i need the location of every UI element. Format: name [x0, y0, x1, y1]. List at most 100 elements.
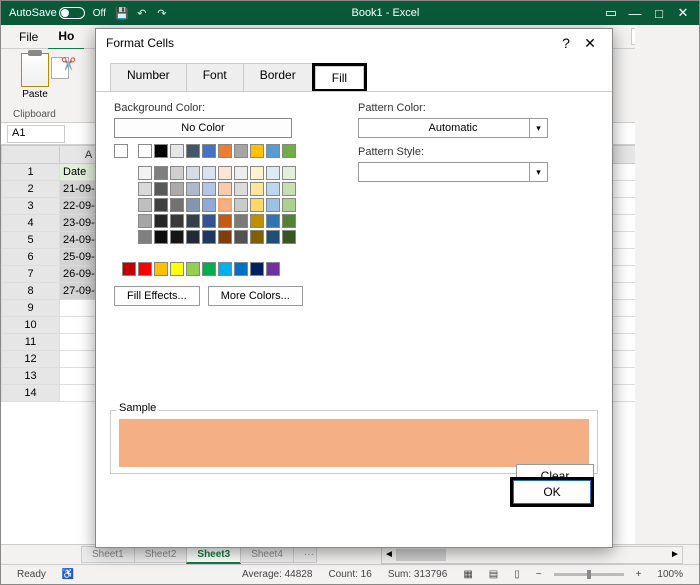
- row-header[interactable]: 11: [2, 334, 60, 351]
- row-header[interactable]: 8: [2, 283, 60, 300]
- color-swatch[interactable]: [138, 166, 152, 180]
- color-swatch[interactable]: [266, 262, 280, 276]
- color-swatch[interactable]: [266, 182, 280, 196]
- sheet-tab-4[interactable]: Sheet4: [240, 546, 294, 563]
- color-swatch[interactable]: [266, 144, 280, 158]
- color-swatch[interactable]: [234, 166, 248, 180]
- row-header[interactable]: 3: [2, 198, 60, 215]
- row-header[interactable]: 7: [2, 266, 60, 283]
- color-swatch[interactable]: [282, 230, 296, 244]
- color-swatch[interactable]: [170, 166, 184, 180]
- color-swatch[interactable]: [218, 214, 232, 228]
- color-swatch[interactable]: [218, 230, 232, 244]
- no-fill-swatch[interactable]: [114, 144, 128, 158]
- sheet-tab-2[interactable]: Sheet2: [134, 546, 188, 563]
- help-icon[interactable]: ?: [554, 35, 578, 51]
- color-swatch[interactable]: [282, 144, 296, 158]
- color-swatch[interactable]: [170, 144, 184, 158]
- color-swatch[interactable]: [170, 214, 184, 228]
- color-swatch[interactable]: [282, 182, 296, 196]
- color-swatch[interactable]: [282, 198, 296, 212]
- color-swatch[interactable]: [186, 182, 200, 196]
- color-swatch[interactable]: [202, 198, 216, 212]
- color-swatch[interactable]: [250, 182, 264, 196]
- color-swatch[interactable]: [170, 230, 184, 244]
- color-swatch[interactable]: [202, 166, 216, 180]
- view-layout-icon[interactable]: ▤: [489, 569, 498, 580]
- row-header[interactable]: 5: [2, 232, 60, 249]
- color-swatch[interactable]: [186, 262, 200, 276]
- color-swatch[interactable]: [266, 230, 280, 244]
- scroll-thumb[interactable]: [396, 549, 446, 561]
- color-swatch[interactable]: [234, 214, 248, 228]
- color-swatch[interactable]: [186, 144, 200, 158]
- color-swatch[interactable]: [282, 166, 296, 180]
- color-swatch[interactable]: [138, 198, 152, 212]
- color-swatch[interactable]: [154, 198, 168, 212]
- accessibility-icon[interactable]: ♿: [62, 569, 74, 580]
- color-swatch[interactable]: [234, 198, 248, 212]
- row-header[interactable]: 1: [2, 164, 60, 181]
- color-swatch[interactable]: [266, 198, 280, 212]
- color-swatch[interactable]: [186, 198, 200, 212]
- sheet-tab-3[interactable]: Sheet3: [186, 546, 241, 564]
- color-swatch[interactable]: [250, 198, 264, 212]
- row-header[interactable]: 13: [2, 368, 60, 385]
- name-box[interactable]: A1: [7, 125, 65, 143]
- tab-fill[interactable]: Fill: [315, 66, 364, 89]
- color-swatch[interactable]: [218, 166, 232, 180]
- tab-number[interactable]: Number: [110, 63, 187, 92]
- row-header[interactable]: 4: [2, 215, 60, 232]
- no-color-button[interactable]: No Color: [114, 118, 292, 138]
- more-colors-button[interactable]: More Colors...: [208, 286, 303, 306]
- color-swatch[interactable]: [218, 262, 232, 276]
- color-swatch[interactable]: [234, 262, 248, 276]
- scroll-right-icon[interactable]: ►: [668, 547, 682, 563]
- row-header[interactable]: 14: [2, 385, 60, 402]
- tab-home[interactable]: Ho: [48, 24, 84, 50]
- row-header[interactable]: 6: [2, 249, 60, 266]
- color-swatch[interactable]: [218, 198, 232, 212]
- pattern-style-combo[interactable]: ▾: [358, 162, 548, 182]
- select-all-cell[interactable]: [2, 146, 60, 164]
- color-swatch[interactable]: [154, 166, 168, 180]
- color-swatch[interactable]: [170, 262, 184, 276]
- pattern-color-combo[interactable]: Automatic ▾: [358, 118, 548, 138]
- color-swatch[interactable]: [170, 182, 184, 196]
- color-swatch[interactable]: [234, 144, 248, 158]
- minimize-icon[interactable]: —: [623, 6, 647, 21]
- color-swatch[interactable]: [218, 144, 232, 158]
- paste-icon[interactable]: [21, 53, 49, 87]
- color-swatch[interactable]: [234, 182, 248, 196]
- row-header[interactable]: 12: [2, 351, 60, 368]
- color-swatch[interactable]: [250, 230, 264, 244]
- ribbon-options-icon[interactable]: ▭: [599, 5, 623, 21]
- color-swatch[interactable]: [186, 230, 200, 244]
- zoom-in-icon[interactable]: +: [636, 569, 642, 580]
- color-swatch[interactable]: [202, 214, 216, 228]
- color-swatch[interactable]: [138, 262, 152, 276]
- color-swatch[interactable]: [250, 144, 264, 158]
- row-header[interactable]: 9: [2, 300, 60, 317]
- undo-icon[interactable]: ↶: [132, 7, 152, 20]
- view-pagebreak-icon[interactable]: ▯: [514, 569, 520, 580]
- close-window-icon[interactable]: ✕: [671, 5, 695, 21]
- color-swatch[interactable]: [202, 262, 216, 276]
- row-header[interactable]: 2: [2, 181, 60, 198]
- color-swatch[interactable]: [186, 214, 200, 228]
- color-swatch[interactable]: [170, 198, 184, 212]
- color-swatch[interactable]: [218, 182, 232, 196]
- zoom-slider[interactable]: [554, 573, 624, 576]
- sheet-tab-more[interactable]: ···: [293, 546, 317, 563]
- color-swatch[interactable]: [122, 262, 136, 276]
- color-swatch[interactable]: [138, 214, 152, 228]
- scroll-left-icon[interactable]: ◄: [382, 547, 396, 563]
- color-swatch[interactable]: [138, 230, 152, 244]
- color-swatch[interactable]: [202, 182, 216, 196]
- tab-border[interactable]: Border: [243, 63, 313, 92]
- color-swatch[interactable]: [282, 214, 296, 228]
- horizontal-scrollbar[interactable]: ◄ ►: [381, 546, 683, 564]
- color-swatch[interactable]: [250, 166, 264, 180]
- close-icon[interactable]: ✕: [578, 35, 602, 52]
- view-normal-icon[interactable]: ▦: [463, 569, 472, 580]
